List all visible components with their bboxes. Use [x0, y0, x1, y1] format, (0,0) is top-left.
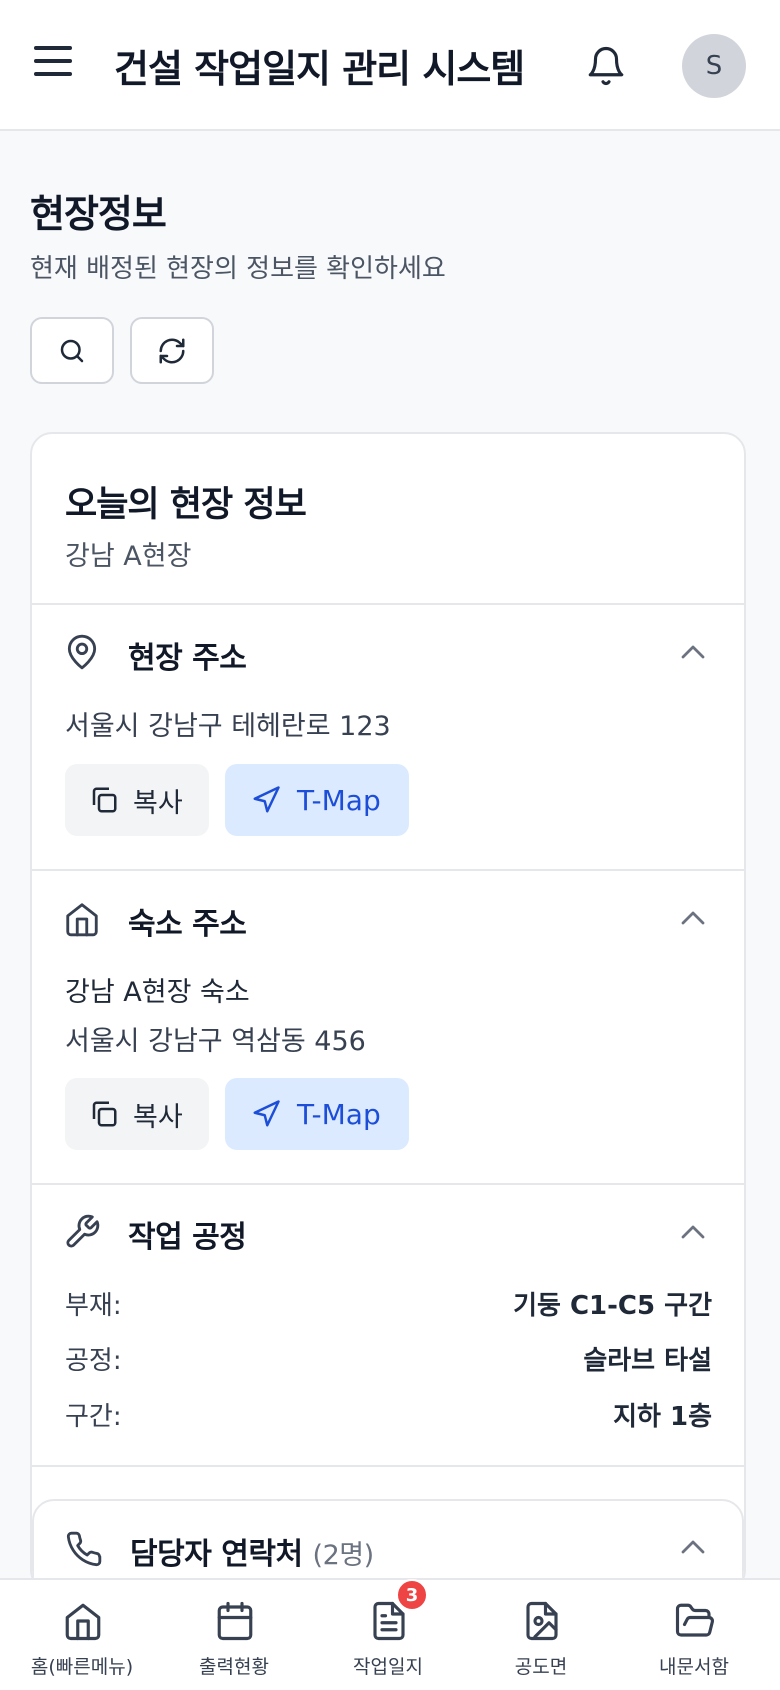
site-address-title: 현장 주소	[128, 641, 247, 676]
lodging-address-title: 숙소 주소	[128, 907, 247, 942]
site-address-text: 서울시 강남구 테헤란로 123	[65, 711, 391, 742]
navigation-icon	[253, 1100, 280, 1127]
house-icon	[66, 903, 98, 937]
nav-label: 홈(빠른메뉴)	[30, 1656, 134, 1678]
copy-site-address-button[interactable]: 복사	[65, 764, 209, 836]
tmap-label: T-Map	[297, 783, 381, 817]
process-label: 공정:	[65, 1346, 122, 1376]
app-title: 건설 작업일지 관리 시스템	[114, 47, 525, 91]
chevron-up-icon[interactable]	[678, 642, 708, 662]
contacts-title: 담당자 연락처 (2명)	[130, 1529, 374, 1573]
calendar-icon	[217, 1601, 253, 1641]
site-name: 강남 A현장	[65, 541, 192, 572]
member-label: 부재:	[65, 1291, 122, 1321]
divider	[32, 1465, 744, 1467]
phone-icon	[66, 1531, 102, 1567]
notification-badge: 3	[396, 1579, 428, 1611]
contacts-count: (2명)	[312, 1540, 375, 1571]
navigation-icon	[253, 786, 280, 813]
search-icon	[60, 339, 84, 362]
app-header: 건설 작업일지 관리 시스템 S	[0, 0, 780, 131]
divider	[32, 603, 744, 605]
chevron-up-icon[interactable]	[678, 1222, 708, 1242]
nav-label: 작업일지	[353, 1656, 423, 1678]
card-title: 오늘의 현장 정보	[65, 485, 307, 525]
nav-item-my-documents[interactable]: 내문서함	[616, 1580, 772, 1690]
nav-item-home[interactable]: 홈(빠른메뉴)	[4, 1580, 160, 1690]
lodging-name: 강남 A현장 숙소	[65, 977, 250, 1008]
nav-label: 공도면	[514, 1656, 568, 1678]
nav-item-drawings[interactable]: 공도면	[463, 1580, 619, 1690]
nav-item-worklog[interactable]: 작업일지	[310, 1580, 466, 1690]
copy-icon	[92, 787, 117, 813]
site-info-card: 오늘의 현장 정보 강남 A현장 현장 주소 서울시 강남구 테헤란로 123 …	[30, 432, 746, 1592]
copy-icon	[92, 1101, 117, 1127]
copy-lodging-address-button[interactable]: 복사	[65, 1078, 209, 1150]
bottom-nav: 홈(빠른메뉴) 출력현황 작업일지 공도면 내문서함	[0, 1578, 780, 1690]
refresh-icon	[159, 338, 185, 363]
contacts-title-text: 담당자 연락처	[130, 1537, 303, 1572]
avatar[interactable]: S	[682, 34, 746, 98]
search-button[interactable]	[30, 317, 114, 384]
tmap-label: T-Map	[297, 1097, 381, 1131]
nav-label: 출력현황	[199, 1656, 269, 1678]
bell-icon[interactable]	[585, 44, 627, 88]
divider	[32, 1183, 744, 1185]
work-process-title: 작업 공정	[128, 1220, 247, 1255]
zone-value: 지하 1층	[613, 1402, 712, 1432]
refresh-button[interactable]	[130, 317, 214, 384]
nav-label: 내문서함	[659, 1656, 729, 1678]
copy-label: 복사	[133, 787, 183, 819]
copy-label: 복사	[133, 1101, 183, 1133]
page-subtitle: 현재 배정된 현장의 정보를 확인하세요	[30, 254, 446, 284]
divider	[32, 869, 744, 871]
page-title: 현장정보	[30, 192, 167, 236]
tmap-lodging-button[interactable]: T-Map	[225, 1078, 409, 1150]
map-pin-icon	[67, 634, 97, 670]
tmap-site-button[interactable]: T-Map	[225, 764, 409, 836]
chevron-up-icon[interactable]	[678, 908, 708, 928]
wrench-icon	[66, 1214, 100, 1248]
folder-open-icon	[675, 1603, 714, 1637]
lodging-address-text: 서울시 강남구 역삼동 456	[65, 1026, 366, 1057]
member-value: 기둥 C1-C5 구간	[513, 1291, 712, 1321]
nav-item-attendance[interactable]: 출력현황	[156, 1580, 312, 1690]
drawing-file-icon	[526, 1601, 558, 1641]
zone-label: 구간:	[65, 1402, 122, 1432]
process-value: 슬라브 타설	[583, 1346, 712, 1376]
chevron-up-icon[interactable]	[678, 1537, 708, 1557]
home-icon	[65, 1603, 101, 1641]
menu-icon[interactable]	[34, 46, 72, 86]
